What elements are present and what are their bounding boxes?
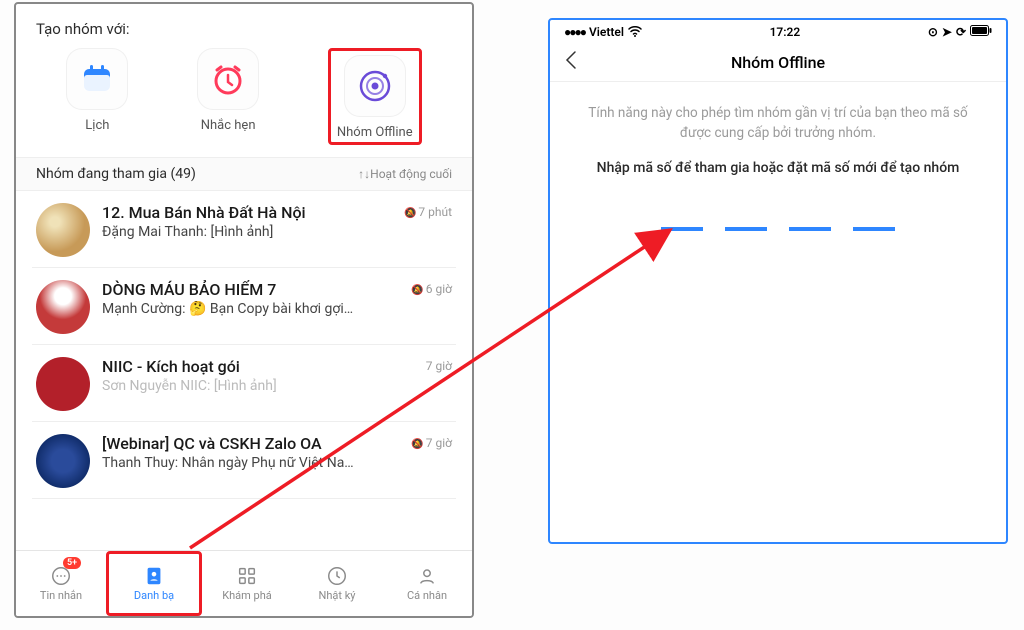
group-title: NIIC - Kích hoạt gói — [102, 357, 414, 376]
avatar — [36, 280, 90, 334]
muted-bell-icon: 🔕 — [411, 439, 423, 450]
nav-bar: Nhóm Offline — [550, 44, 1006, 82]
tab-messages[interactable]: 5+ Tin nhắn — [16, 551, 106, 616]
tab-contacts-label: Danh bạ — [134, 589, 174, 602]
tab-diary-label: Nhật ký — [319, 589, 356, 602]
group-subtitle: Thanh Thuy: Nhân ngày Phụ nữ Việt Na… — [102, 455, 399, 471]
wifi-icon — [628, 25, 642, 40]
create-option-reminder[interactable]: Nhắc hẹn — [197, 48, 259, 145]
calendar-icon — [66, 48, 128, 110]
carrier-label: Viettel — [589, 25, 624, 39]
group-time: 🔕7 phút — [404, 203, 452, 257]
create-option-offline-label: Nhóm Offline — [337, 125, 413, 140]
code-digit-slot[interactable] — [661, 227, 703, 231]
groups-section-header: Nhóm đang tham gia (49) ↑↓Hoạt động cuối — [16, 157, 472, 191]
tab-messages-label: Tin nhắn — [40, 589, 82, 602]
signal-icon: ●●●● — [564, 25, 585, 39]
create-option-reminder-label: Nhắc hẹn — [201, 118, 256, 133]
avatar — [36, 434, 90, 488]
alarm-clock-icon — [197, 48, 259, 110]
group-list-item[interactable]: 12. Mua Bán Nhà Đất Hà Nội Đặng Mai Than… — [32, 191, 456, 268]
bottom-tab-bar: 5+ Tin nhắn Danh bạ Khám phá Nhật ký Cá … — [16, 550, 472, 616]
phone-left-screen: Tạo nhóm với: Lịch — [14, 2, 474, 618]
status-time: 17:22 — [770, 25, 801, 39]
rotation-lock-icon: ⟳ — [956, 25, 966, 39]
create-option-offline[interactable]: Nhóm Offline — [337, 55, 413, 140]
group-title: 12. Mua Bán Nhà Đất Hà Nội — [102, 203, 392, 222]
group-time: 🔕7 giờ — [411, 434, 452, 488]
group-subtitle: Sơn Nguyễn NIIC: [Hình ảnh] — [102, 378, 414, 394]
group-subtitle: Đặng Mai Thanh: [Hình ảnh] — [102, 224, 392, 240]
group-title: [Webinar] QC và CSKH Zalo OA — [102, 434, 399, 453]
groups-section-title: Nhóm đang tham gia (49) — [36, 166, 196, 182]
status-bar: ●●●● Viettel 17:22 ⊙ ➤ ⟳ — [550, 20, 1006, 44]
muted-bell-icon: 🔕 — [411, 285, 423, 296]
back-button[interactable] — [564, 50, 578, 75]
group-time: 🔕6 giờ — [411, 280, 452, 334]
group-list-item[interactable]: NIIC - Kích hoạt gói Sơn Nguyễn NIIC: [H… — [32, 345, 456, 422]
phone-right-screen: ●●●● Viettel 17:22 ⊙ ➤ ⟳ Nhóm Offline Tí… — [548, 18, 1008, 544]
radar-target-icon — [344, 55, 406, 117]
group-subtitle: Mạnh Cường: 🤔 Bạn Copy bài khơi gợi… — [102, 301, 399, 317]
messages-badge: 5+ — [63, 557, 81, 569]
location-indicator-icon: ➤ — [942, 25, 952, 39]
code-digit-slot[interactable] — [725, 227, 767, 231]
create-options-row: Lịch Nhắc hẹn — [32, 48, 456, 157]
nav-title: Nhóm Offline — [731, 53, 825, 72]
groups-sort-toggle[interactable]: ↑↓Hoạt động cuối — [358, 167, 452, 181]
group-time: 7 giờ — [426, 357, 452, 411]
create-group-heading: Tạo nhóm với: — [32, 4, 456, 48]
battery-icon — [970, 25, 992, 39]
instruction-text: Nhập mã số để tham gia hoặc đặt mã số mớ… — [550, 159, 1006, 179]
tab-discover[interactable]: Khám phá — [202, 551, 292, 616]
tab-contacts[interactable]: Danh bạ — [106, 551, 202, 616]
tab-profile-label: Cá nhân — [407, 589, 447, 602]
group-title: DÒNG MÁU BẢO HIỂM 7 — [102, 280, 399, 299]
code-digit-slot[interactable] — [789, 227, 831, 231]
code-digit-slot[interactable] — [853, 227, 895, 231]
code-input-row[interactable] — [550, 227, 1006, 231]
feature-description: Tính năng này cho phép tìm nhóm gần vị t… — [550, 82, 1006, 159]
create-option-calendar[interactable]: Lịch — [66, 48, 128, 145]
tab-profile[interactable]: Cá nhân — [382, 551, 472, 616]
group-list-item[interactable]: [Webinar] QC và CSKH Zalo OA Thanh Thuy:… — [32, 422, 456, 499]
avatar — [36, 357, 90, 411]
tab-diary[interactable]: Nhật ký — [292, 551, 382, 616]
highlight-offline-group: Nhóm Offline — [328, 48, 422, 145]
muted-bell-icon: 🔕 — [404, 208, 416, 219]
create-option-calendar-label: Lịch — [85, 118, 109, 133]
alarm-indicator-icon: ⊙ — [928, 25, 938, 39]
avatar — [36, 203, 90, 257]
tab-discover-label: Khám phá — [222, 589, 272, 602]
group-list-item[interactable]: DÒNG MÁU BẢO HIỂM 7 Mạnh Cường: 🤔 Bạn Co… — [32, 268, 456, 345]
